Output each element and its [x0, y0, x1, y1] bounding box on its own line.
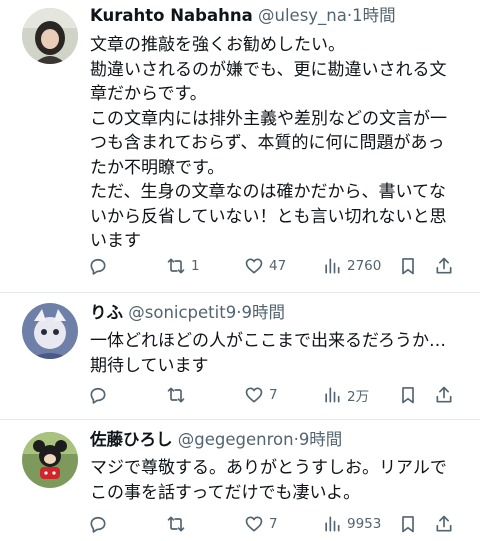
bookmark-button[interactable]	[398, 254, 418, 278]
text-line: この事を話すってだけでも凄いよ。	[90, 482, 361, 503]
text-line: 章だからです。	[90, 84, 207, 104]
author-name[interactable]: Kurahto Nabahna	[90, 6, 253, 25]
tweet-header: Kurahto Nabahna @ulesy_na·1時間	[90, 5, 396, 27]
author-handle[interactable]: @sonicpetit9	[128, 303, 236, 322]
heart-icon	[245, 387, 263, 403]
tweet-text: 一体どれほどの人がここまで出来るだろうか… 期待しています	[90, 329, 468, 378]
reply-icon	[90, 387, 106, 404]
view-count: 9953	[347, 516, 382, 532]
tweet-header: りふ @sonicpetit9·9時間	[90, 302, 285, 324]
retweet-button[interactable]	[166, 383, 191, 407]
retweet-icon	[167, 258, 185, 274]
share-button[interactable]	[434, 512, 454, 536]
retweet-button[interactable]: 1	[166, 254, 200, 278]
author-name[interactable]: りふ	[90, 303, 123, 322]
action-bar: 1 47 2760	[82, 254, 462, 278]
text-line: この文章内には排外主義や差別などの文言が一	[90, 108, 447, 129]
views-button[interactable]: 2760	[322, 254, 381, 278]
reply-button[interactable]	[88, 512, 113, 536]
avatar-image	[22, 303, 78, 359]
retweet-icon	[167, 516, 185, 532]
avatar-image	[22, 432, 78, 488]
reply-button[interactable]	[88, 383, 113, 407]
reply-icon	[90, 516, 106, 533]
tweet-2[interactable]: りふ @sonicpetit9·9時間 一体どれほどの人がここまで出来るだろうか…	[0, 293, 480, 419]
text-line: 期待しています	[90, 355, 209, 376]
avatar[interactable]	[22, 8, 78, 64]
retweet-button[interactable]	[166, 512, 191, 536]
text-line: 勘違いされるのが嫌でも、更に勘違いされる文	[90, 59, 447, 80]
bookmark-icon	[402, 516, 414, 533]
share-icon	[436, 515, 452, 532]
reply-button[interactable]	[88, 254, 113, 278]
retweet-icon	[167, 387, 185, 403]
text-line: 一体どれほどの人がここまで出来るだろうか…	[90, 331, 446, 351]
tweet-text: 文章の推敲を強くお勧めしたい。 勘違いされるのが嫌でも、更に勘違いされる文 章だ…	[90, 33, 468, 254]
like-count: 7	[269, 387, 278, 403]
views-button[interactable]: 9953	[322, 512, 381, 536]
views-icon	[325, 516, 340, 532]
text-line: いから反省していない！とも言い切れないと思	[90, 206, 447, 227]
heart-icon	[245, 258, 263, 274]
views-icon	[325, 387, 340, 403]
bookmark-button[interactable]	[398, 383, 418, 407]
bookmark-icon	[402, 387, 414, 404]
share-icon	[436, 257, 452, 274]
avatar-image	[22, 8, 78, 64]
views-icon	[325, 258, 340, 274]
timestamp[interactable]: 9時間	[241, 303, 285, 322]
action-bar: 7 2万	[82, 383, 462, 407]
author-handle[interactable]: @gegegenron	[178, 430, 294, 449]
tweet-text: マジで尊敬する。ありがとうすしお。リアルで この事を話すってだけでも凄いよ。	[90, 456, 468, 505]
like-count: 47	[269, 258, 287, 274]
text-line: つも含まれておらず、本質的に何に問題があっ	[90, 133, 445, 153]
action-bar: 7 9953	[82, 512, 462, 536]
like-button[interactable]: 7	[244, 383, 278, 407]
bookmark-icon	[402, 258, 414, 275]
text-line: 文章の推敲を強くお勧めしたい。	[90, 35, 345, 55]
timestamp[interactable]: 1時間	[352, 6, 396, 25]
share-button[interactable]	[434, 254, 454, 278]
views-button[interactable]: 2万	[322, 383, 369, 407]
view-count: 2760	[347, 258, 382, 274]
bookmark-button[interactable]	[398, 512, 418, 536]
like-count: 7	[269, 516, 278, 532]
share-button[interactable]	[434, 383, 454, 407]
avatar[interactable]	[22, 432, 78, 488]
retweet-count: 1	[191, 258, 200, 274]
share-icon	[436, 386, 452, 403]
view-count: 2万	[347, 389, 370, 405]
text-line: います	[90, 231, 141, 251]
timestamp[interactable]: 9時間	[299, 430, 343, 449]
text-line: ただ、生身の文章なのは確かだから、書いてな	[90, 182, 446, 202]
tweet-header: 佐藤ひろし @gegegenron·9時間	[90, 429, 342, 451]
author-handle[interactable]: @ulesy_na	[258, 6, 347, 25]
text-line: マジで尊敬する。ありがとうすしお。リアルで	[90, 458, 447, 478]
avatar[interactable]	[22, 303, 78, 359]
like-button[interactable]: 7	[244, 512, 278, 536]
author-name[interactable]: 佐藤ひろし	[90, 430, 173, 449]
heart-icon	[245, 516, 263, 532]
tweet-3[interactable]: 佐藤ひろし @gegegenron·9時間 マジで尊敬する。ありがとうすしお。リ…	[0, 420, 480, 541]
reply-icon	[90, 258, 106, 275]
text-line: たか不明瞭です。	[90, 157, 225, 178]
like-button[interactable]: 47	[244, 254, 286, 278]
tweet-1[interactable]: Kurahto Nabahna @ulesy_na·1時間 文章の推敲を強くお勧…	[0, 0, 480, 292]
